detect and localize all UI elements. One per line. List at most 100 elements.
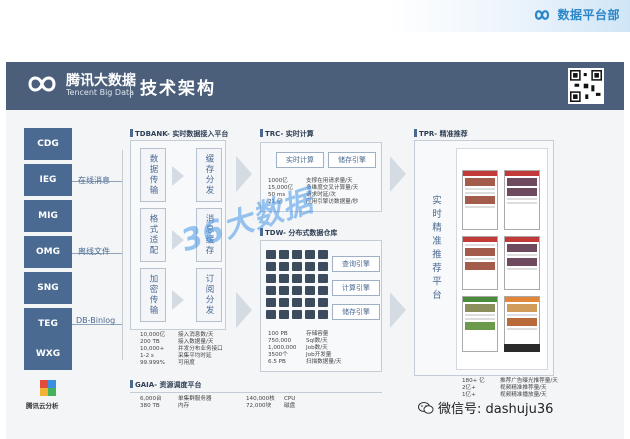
server-node-icon xyxy=(279,262,289,271)
stat-row: 200 TB 接入数据量/天 xyxy=(140,339,223,346)
server-node-icon xyxy=(305,274,315,283)
trc-title: TRC- 实时计算 xyxy=(260,129,314,139)
server-node-icon xyxy=(305,250,315,259)
flow-label-binlog: DB-Binlog xyxy=(76,316,116,325)
tencent-cloud-analytics-label: 腾讯云分析 xyxy=(26,402,59,410)
stat-label: 视频精准推荐量/天 xyxy=(500,385,547,391)
stat-row: 6.5 PB 扫描数据量/天 xyxy=(268,359,341,366)
stat-value: 10,000+ xyxy=(140,346,165,352)
stat-row: 10,000+ 并发分布业务接口 xyxy=(140,346,223,353)
stat-value: 6.5 PB xyxy=(268,359,286,365)
server-node-icon xyxy=(266,250,276,259)
app-screenshot xyxy=(462,296,498,352)
stat-row: 180+ 亿 推荐广告曝光推荐量/天 xyxy=(462,378,558,385)
server-node-icon xyxy=(292,274,302,283)
tdbank-stats: 10,000亿 接入消息数/天 200 TB 接入数据量/天 10,000+ 并发分布… xyxy=(140,332,223,367)
server-node-icon xyxy=(305,310,315,319)
stat-value: 100 PB xyxy=(268,331,288,337)
stat-label: 存储容量 xyxy=(306,331,329,337)
stat-row: 140,000核 CPU xyxy=(246,396,295,403)
stat-label: 采集平均时延 xyxy=(178,353,212,359)
infinity-logo-icon xyxy=(535,9,550,20)
arrow-icon xyxy=(172,166,184,186)
source-sng: SNG xyxy=(24,272,72,304)
stat-label: 扫描数据量/天 xyxy=(306,359,342,365)
flow-label-offline: 离线文件 xyxy=(78,247,110,256)
server-node-icon xyxy=(266,310,276,319)
arrow-to-tpr-icon xyxy=(390,292,406,328)
tdbank-transfer: 数据传输 xyxy=(140,148,166,202)
source-cdg: CDG xyxy=(24,128,72,160)
server-node-icon xyxy=(279,274,289,283)
brand-top-name: 数据平台部 xyxy=(557,8,620,22)
tpr-title-text: TPR- 精准推荐 xyxy=(419,130,468,138)
tpr-stats: 180+ 亿推荐广告曝光推荐量/天 2亿+ 视频精准推荐量/天 1亿+ 视频精准播放… xyxy=(462,378,558,399)
stat-row: 3500个 Job开发量 xyxy=(268,352,341,359)
stat-label: Job数/天 xyxy=(306,345,328,351)
trc-engine-realtime: 实时计算 xyxy=(276,152,324,168)
server-node-icon xyxy=(266,274,276,283)
stat-row: 100 PB 存储容量 xyxy=(268,331,341,338)
tpr-title: TPR- 精准推荐 xyxy=(414,129,468,139)
server-node-icon xyxy=(305,298,315,307)
stat-label: 磁盘 xyxy=(284,403,296,409)
stat-row: 380 TB 内存 xyxy=(140,403,212,410)
source-wxg: WXG xyxy=(24,338,72,370)
tdbank-subscribe-distribute: 订阅分发 xyxy=(196,268,222,322)
gaia-stats-left: 6,000台 单集群服务器 380 TB 内存 xyxy=(140,396,212,410)
wechat-label: 微信号: dashuju36 xyxy=(438,402,554,417)
source-mig: MIG xyxy=(24,200,72,232)
stat-value: 140,000核 xyxy=(246,396,275,402)
stat-row: 750,000 Sql数/天 xyxy=(268,338,341,345)
server-node-icon xyxy=(279,298,289,307)
tencent-cloud-analytics-logo-icon xyxy=(40,380,56,396)
stat-value: 72,000块 xyxy=(246,403,272,409)
page-title: 技术架构 xyxy=(140,79,216,99)
gaia-title-text: GAIA- 资源调度平台 xyxy=(135,381,202,389)
stat-value: 99.999% xyxy=(140,360,165,366)
stat-label: 可用度 xyxy=(178,360,195,366)
qr-code-icon xyxy=(568,68,604,104)
tdbank-cache-distribute: 缓存分发 xyxy=(196,148,222,202)
flow-merge-line xyxy=(122,150,123,360)
flow-label-online: 在线消息 xyxy=(78,176,110,185)
server-node-icon xyxy=(318,262,328,271)
server-node-icon xyxy=(292,262,302,271)
arrow-to-tpr-icon xyxy=(390,156,406,192)
server-node-icon xyxy=(305,262,315,271)
app-screenshot xyxy=(462,170,498,230)
server-node-icon xyxy=(292,298,302,307)
stat-label: CPU xyxy=(284,396,296,402)
stat-value: 380 TB xyxy=(140,403,160,409)
stat-row: 2亿+ 视频精准推荐量/天 xyxy=(462,385,558,392)
tdw-stats: 100 PB 存储容量 750,000 Sql数/天 1,000,000 Job数/天… xyxy=(268,331,341,366)
stat-value: 1,000,000 xyxy=(268,345,297,351)
tdbank-title-text: TDBANK- 实时数据接入平台 xyxy=(135,130,229,138)
trc-engine-storage: 储存引擎 xyxy=(328,152,376,168)
server-node-icon xyxy=(292,310,302,319)
source-omg: OMG xyxy=(24,236,72,268)
stat-label: 多维度交叉计算量/天 xyxy=(306,185,359,191)
server-node-icon xyxy=(279,286,289,295)
wechat-id: 微信号: dashuju36 xyxy=(418,398,553,417)
gaia-stats-right: 140,000核 CPU 72,000块 磁盘 xyxy=(246,396,295,410)
stat-label: Job开发量 xyxy=(306,352,332,358)
stat-value: 750,000 xyxy=(268,338,292,344)
stat-value: 10,000亿 xyxy=(140,332,166,338)
arrow-to-tdw-icon xyxy=(236,292,252,328)
tdw-engine-compute: 计算引擎 xyxy=(332,280,380,296)
stat-label: 并发分布业务接口 xyxy=(178,346,223,352)
stat-label: 支撑在用请求量/天 xyxy=(306,178,353,184)
server-node-icon xyxy=(318,298,328,307)
server-node-icon xyxy=(318,250,328,259)
header-logo-en: Tencent Big Data xyxy=(66,88,135,97)
stat-value: 180+ 亿 xyxy=(462,378,485,384)
server-node-icon xyxy=(292,286,302,295)
server-node-icon xyxy=(266,298,276,307)
arrow-to-trc-icon xyxy=(236,156,252,192)
server-node-icon xyxy=(266,262,276,271)
stat-label: 接入消息数/天 xyxy=(178,332,214,338)
server-node-icon xyxy=(305,286,315,295)
tdbank-encrypted-transfer: 加密传输 xyxy=(140,268,166,322)
stat-label: 接入数据量/天 xyxy=(178,339,214,345)
